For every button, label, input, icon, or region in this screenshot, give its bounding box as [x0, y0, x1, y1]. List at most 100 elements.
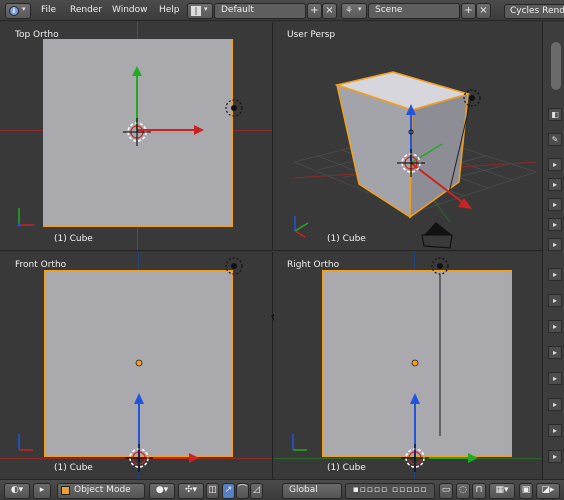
properties-tab-render[interactable]: ◧ [548, 108, 562, 121]
panel-expand-arrow[interactable]: ▸ [548, 158, 562, 171]
panel-expand-arrow[interactable]: ▸ [548, 178, 562, 191]
viewport-label: Top Ortho [15, 30, 59, 40]
scale-manipulator[interactable]: ◿ [250, 483, 263, 499]
arrow-right-icon: ▸ [552, 200, 557, 209]
scene-browse-button[interactable]: ⚘ ▾ [341, 3, 367, 19]
camera-icon: ◪▸ [541, 485, 555, 495]
lock-layers-button[interactable]: ▭ [439, 483, 453, 499]
transform-gizmo[interactable] [0, 252, 273, 479]
arrow-right-icon: ▸ [552, 296, 557, 305]
proportional-edit-button[interactable]: ◌ [456, 483, 470, 499]
snap-toggle[interactable]: ⊓ [472, 483, 486, 499]
hand-icon: ◫ [208, 485, 217, 495]
active-object-label: (1) Cube [54, 463, 93, 473]
arrow-right-icon: ▸ [552, 348, 557, 357]
arrow-right-icon: ▸ [552, 240, 557, 249]
pivot-icon: ✣▾ [184, 485, 198, 495]
manipulator-toggle[interactable]: ◫ [206, 483, 219, 499]
panel-expand-arrow[interactable]: ▸ [548, 398, 562, 411]
render-preview-button[interactable]: ▣ [519, 483, 533, 499]
properties-tab-tools[interactable]: ✎ [548, 133, 562, 146]
panel-expand-arrow[interactable]: ▸ [548, 268, 562, 281]
panel-expand-arrow[interactable]: ▸ [548, 424, 562, 437]
chevron-icon: ▾ [358, 5, 362, 13]
add-scene-button[interactable]: + [461, 3, 476, 19]
panel-expand-arrow[interactable]: ▸ [548, 320, 562, 333]
info-icon: i [9, 6, 19, 16]
transform-gizmo[interactable] [0, 22, 273, 251]
menu-file[interactable]: File [41, 5, 56, 15]
layout-browse-button[interactable]: ▾ [187, 3, 213, 19]
scale-icon: ◿ [253, 485, 260, 495]
rotate-manipulator[interactable]: ⌒ [236, 483, 249, 499]
translate-arrow-icon: ↗ [224, 485, 233, 495]
panel-expand-arrow[interactable]: ▸ [548, 372, 562, 385]
active-object-label: (1) Cube [54, 234, 93, 244]
translate-manipulator[interactable]: ↗ [222, 483, 235, 499]
arrow-right-icon: ▸ [552, 322, 557, 331]
arrow-right-icon: ▸ [552, 452, 557, 461]
rotate-icon: ⌒ [237, 485, 247, 495]
remove-scene-button[interactable]: × [476, 3, 491, 19]
editor-type-button[interactable]: i ▾ [5, 3, 31, 19]
panel-expand-arrow[interactable]: ▸ [548, 346, 562, 359]
arrow-right-icon: ▸ [552, 426, 557, 435]
chevron-icon: ▾ [22, 5, 26, 13]
viewport-label: User Persp [287, 30, 336, 40]
cube-icon [61, 486, 70, 495]
camera-icon: ◧ [551, 110, 559, 119]
menu-window[interactable]: Window [112, 5, 148, 15]
orientation-label: Global [289, 485, 318, 495]
menu-help[interactable]: Help [159, 5, 180, 15]
active-object-label: (1) Cube [327, 463, 366, 473]
transform-gizmo[interactable] [274, 252, 542, 479]
layout-grid-icon [191, 6, 201, 16]
arrow-right-icon: ▸ [552, 374, 557, 383]
panel-expand-arrow[interactable]: ▸ [548, 238, 562, 251]
viewport-shading-select[interactable]: ●▾ [149, 483, 175, 499]
sphere-icon: ●▾ [155, 485, 169, 495]
chevron-icon: ▸ [39, 485, 45, 495]
panel-expand-arrow[interactable]: ▸ [548, 450, 562, 463]
opengl-render-button[interactable]: ◪▸ [536, 483, 560, 499]
viewport-right-ortho[interactable]: Right Ortho (1) Cube [274, 252, 542, 479]
top-menu-bar: i ▾ File Render Window Help ▾ Default + … [0, 0, 564, 21]
pivot-point-select[interactable]: ✣▾ [178, 483, 204, 499]
perspective-scene[interactable] [274, 22, 542, 251]
arrow-right-icon: ▸ [552, 270, 557, 279]
viewport-label: Front Ortho [15, 260, 67, 270]
arrow-right-icon: ▸ [552, 180, 557, 189]
arrow-right-icon: ▸ [552, 160, 557, 169]
lock-icon: ▭ [441, 485, 451, 495]
render-icon: ▣ [521, 485, 531, 495]
viewport-label: Right Ortho [287, 260, 340, 270]
viewport-front-ortho[interactable]: Front Ortho (1) Cube [0, 252, 273, 479]
grid-icon: ▦▾ [495, 485, 509, 495]
render-engine-select[interactable]: Cycles Render [504, 4, 564, 19]
editor-type-button[interactable]: ◐▾ [4, 483, 30, 499]
remove-layout-button[interactable]: × [322, 3, 337, 19]
transform-orientation-select[interactable]: Global [282, 483, 342, 499]
scene-icon: ⚘ [345, 6, 354, 16]
viewport-top-ortho[interactable]: Top Ortho (1) Cube [0, 22, 273, 251]
snap-element-select[interactable]: ▦▾ [489, 483, 515, 499]
interaction-mode-select[interactable]: Object Mode [57, 483, 145, 499]
mode-label: Object Mode [74, 485, 131, 495]
layout-name-field[interactable]: Default [214, 3, 306, 19]
scene-name-field[interactable]: Scene [368, 3, 460, 19]
active-object-label: (1) Cube [327, 234, 366, 244]
chevron-icon: ▾ [204, 5, 208, 13]
proportional-icon: ◌ [459, 485, 467, 495]
layers-icon: ▪▫▫▫▫ ▫▫▫▫▫ [352, 485, 428, 495]
menu-render[interactable]: Render [70, 5, 102, 15]
add-layout-button[interactable]: + [307, 3, 322, 19]
view-menu-toggle[interactable]: ▸ [33, 483, 51, 499]
viewport-header: ◐▾ ▸ Object Mode ●▾ ✣▾ ◫ ↗ ⌒ ◿ Global ▪▫… [0, 479, 564, 500]
panel-expand-arrow[interactable]: ▸ [548, 198, 562, 211]
properties-scrollbar[interactable] [551, 42, 561, 90]
wrench-icon: ✎ [551, 135, 559, 144]
layer-buttons[interactable]: ▪▫▫▫▫ ▫▫▫▫▫ [345, 483, 435, 499]
panel-expand-arrow[interactable]: ▸ [548, 218, 562, 231]
viewport-user-persp[interactable]: User Persp (1) Cube [274, 22, 542, 251]
panel-expand-arrow[interactable]: ▸ [548, 294, 562, 307]
